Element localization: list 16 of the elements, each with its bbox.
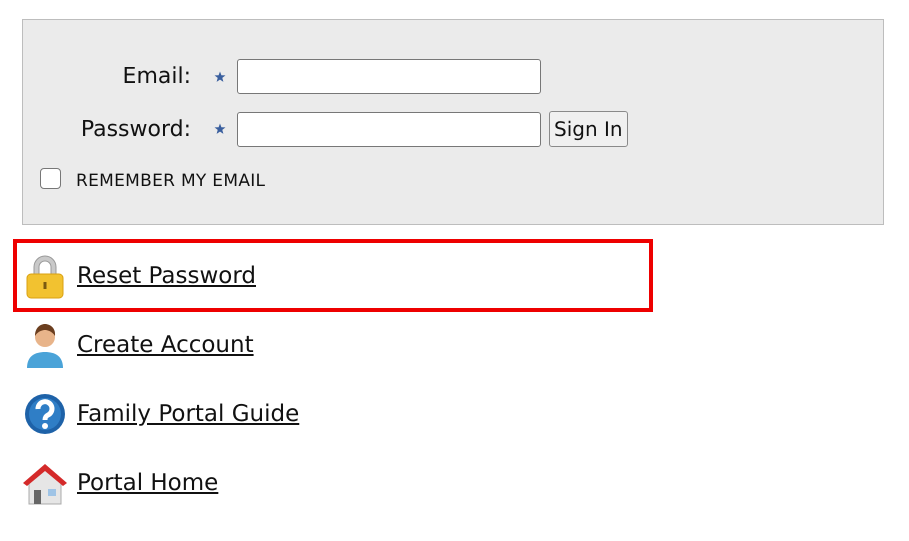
sign-in-button[interactable]: Sign In	[549, 111, 628, 147]
portal-link[interactable]: Family Portal Guide	[77, 400, 300, 426]
required-star-icon	[214, 123, 226, 135]
field-label: Password:	[80, 116, 192, 142]
portal-link[interactable]: Portal Home	[77, 470, 218, 496]
person-icon	[25, 322, 65, 368]
email-field[interactable]	[237, 59, 541, 94]
padlock-icon	[25, 252, 65, 298]
remember-checkbox[interactable]	[40, 168, 61, 188]
password-field[interactable]	[237, 112, 541, 146]
remember-label: REMEMBER MY EMAIL	[76, 171, 266, 191]
required-star-icon	[214, 70, 226, 82]
portal-link[interactable]: Reset Password	[77, 262, 256, 288]
portal-link[interactable]: Create Account	[77, 332, 254, 358]
help-icon	[24, 392, 66, 434]
field-label: Email:	[122, 64, 192, 89]
